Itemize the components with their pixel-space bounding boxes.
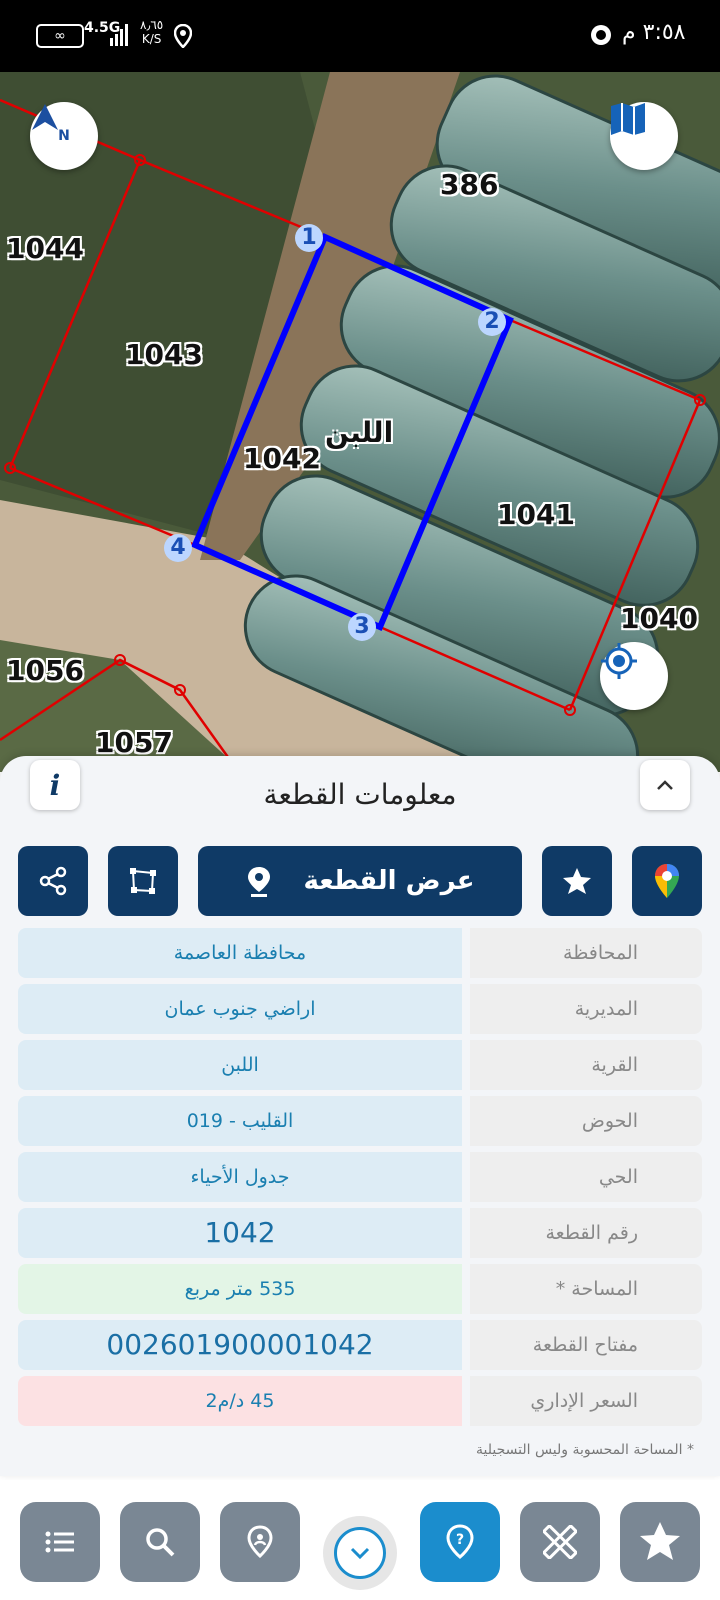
vertex-marker-3[interactable]: 3 — [348, 613, 376, 641]
parcel-label-1042: 1042 — [243, 442, 321, 475]
vertex-marker-4[interactable]: 4 — [164, 534, 192, 562]
directorate-label: المديرية — [470, 984, 702, 1034]
parcel-label-386: 386 — [440, 168, 499, 201]
governorate-value: محافظة العاصمة — [18, 928, 462, 978]
whatsapp-icon — [590, 24, 612, 51]
parcel-key-value: 002601900001042 — [18, 1320, 462, 1370]
parcel-info-panel: i معلومات القطعة عرض القطعة محافظة العاص… — [0, 756, 720, 1476]
location-icon — [173, 23, 193, 53]
view-parcel-label: عرض القطعة — [303, 866, 475, 896]
basin-value: القليب - 019 — [18, 1096, 462, 1146]
district-label: الحي — [470, 1152, 702, 1202]
area-footnote: * المساحة المحسوبة وليس التسجيلية — [476, 1442, 694, 1458]
data-speed-unit: K/S — [141, 32, 162, 46]
chevron-up-icon — [657, 780, 673, 790]
admin-price-label: السعر الإداري — [470, 1376, 702, 1426]
village-value: اللبن — [18, 1040, 462, 1090]
nav-expand-button[interactable] — [323, 1516, 397, 1590]
area-value: 535 متر مربع — [18, 1264, 462, 1314]
parcel-number-label: رقم القطعة — [470, 1208, 702, 1258]
help-icon: ? — [446, 1524, 474, 1559]
governorate-label: المحافظة — [470, 928, 702, 978]
signal-icon — [110, 24, 130, 51]
parcel-key-label: مفتاح القطعة — [470, 1320, 702, 1370]
chevron-down-icon — [350, 1547, 370, 1560]
admin-price-value: 45 د/م2 — [18, 1376, 462, 1426]
parcel-label-1041: 1041 — [497, 498, 575, 531]
satellite-map[interactable]: 1 2 3 4 386 1044 1043 1042 اللبن 1041 10… — [0, 72, 720, 772]
location-pin-icon — [247, 1525, 273, 1559]
row-admin-price: 45 د/م2 السعر الإداري — [18, 1376, 702, 1426]
directorate-value: اراضي جنوب عمان — [18, 984, 462, 1034]
area-label: المساحة * — [470, 1264, 702, 1314]
list-icon — [45, 1531, 74, 1553]
row-area: 535 متر مربع المساحة * — [18, 1264, 702, 1314]
parcel-number-value: 1042 — [18, 1208, 462, 1258]
parcel-label-1043: 1043 — [125, 338, 203, 371]
parcel-label-1044: 1044 — [6, 232, 84, 265]
polygon-select-icon — [130, 868, 156, 894]
nav-location-button[interactable] — [220, 1502, 300, 1582]
nav-search-button[interactable] — [120, 1502, 200, 1582]
google-maps-button[interactable] — [632, 846, 702, 916]
view-parcel-button[interactable]: عرض القطعة — [198, 846, 522, 916]
map-layers-button[interactable] — [610, 102, 678, 170]
basin-label: الحوض — [470, 1096, 702, 1146]
status-bar: ∞ 4.5G ٨٫٦٥ K/S ٣:٥٨ م — [0, 0, 720, 72]
village-label: اللبن — [325, 416, 394, 449]
nav-favorites-button[interactable] — [620, 1502, 700, 1582]
data-speed-value: ٨٫٦٥ — [140, 18, 164, 32]
location-pin-icon — [248, 867, 271, 897]
share-button[interactable] — [18, 846, 88, 916]
data-speed: ٨٫٦٥ K/S — [140, 18, 163, 46]
google-maps-icon — [655, 864, 679, 898]
district-value: جدول الأحياء — [18, 1152, 462, 1202]
favorite-button[interactable] — [542, 846, 612, 916]
nav-measure-button[interactable] — [520, 1502, 600, 1582]
row-parcel-key: 002601900001042 مفتاح القطعة — [18, 1320, 702, 1370]
row-village: اللبن القرية — [18, 1040, 702, 1090]
compass-arrow-icon — [32, 104, 58, 130]
row-basin: القليب - 019 الحوض — [18, 1096, 702, 1146]
village-label: القرية — [470, 1040, 702, 1090]
row-district: جدول الأحياء الحي — [18, 1152, 702, 1202]
bottom-nav: ? — [0, 1480, 720, 1600]
svg-text:?: ? — [456, 1532, 464, 1548]
compass-button[interactable]: N — [30, 102, 98, 170]
row-parcel-number: 1042 رقم القطعة — [18, 1208, 702, 1258]
parcel-label-1040: 1040 — [620, 602, 698, 635]
search-icon — [146, 1528, 175, 1557]
favorite-icon — [640, 1522, 680, 1560]
collapse-button[interactable] — [640, 760, 690, 810]
measure-icon — [543, 1525, 577, 1559]
row-directorate: اراضي جنوب عمان المديرية — [18, 984, 702, 1034]
share-icon — [39, 866, 67, 896]
boundary-button[interactable] — [108, 846, 178, 916]
nav-help-button[interactable]: ? — [420, 1502, 500, 1582]
nav-list-button[interactable] — [20, 1502, 100, 1582]
parcel-label-1056: 1056 — [6, 654, 84, 687]
row-governorate: محافظة العاصمة المحافظة — [18, 928, 702, 978]
star-icon — [563, 868, 591, 894]
crosshair-icon — [601, 643, 637, 679]
vertex-marker-1[interactable]: 1 — [295, 224, 323, 252]
map-layers-icon — [611, 103, 645, 135]
panel-title: معلومات القطعة — [263, 778, 457, 811]
vertex-marker-2[interactable]: 2 — [478, 308, 506, 336]
parcel-label-1057: 1057 — [95, 726, 173, 759]
my-location-button[interactable] — [600, 642, 668, 710]
battery-icon: ∞ — [36, 24, 84, 48]
clock: ٣:٥٨ م — [622, 20, 686, 45]
